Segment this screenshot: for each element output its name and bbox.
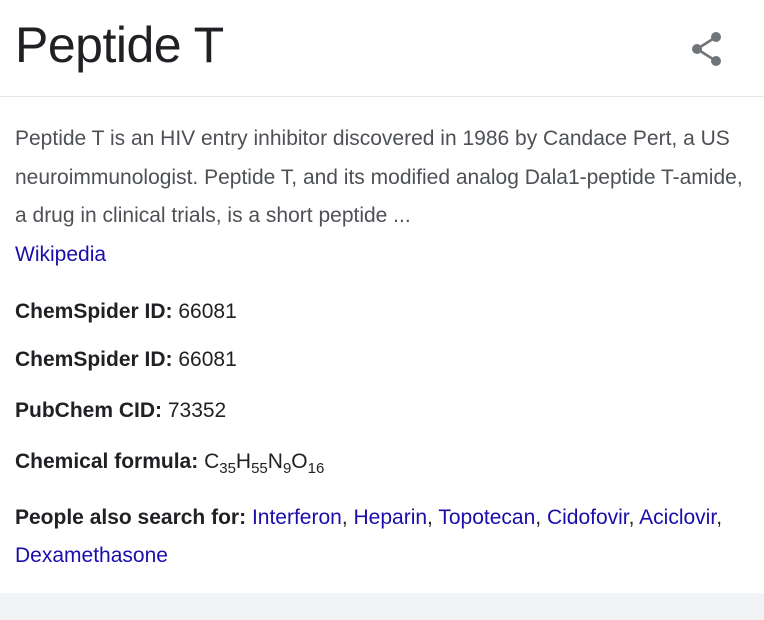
formula-element: H [235, 450, 252, 473]
formula-value: C35H55N9O16 [204, 450, 324, 476]
wikipedia-link[interactable]: Wikipedia [15, 243, 106, 266]
formula-element: N [267, 450, 283, 473]
knowledge-panel: Peptide T Peptide T is an HIV entry inhi… [0, 0, 764, 620]
formula-element: C [204, 450, 220, 473]
page-title: Peptide T [15, 17, 224, 73]
fact-label: PubChem CID: [15, 399, 162, 422]
formula-count: 55 [251, 460, 268, 477]
related-link-topotecan[interactable]: Topotecan [438, 506, 535, 529]
fact-chemical-formula: Chemical formula: C35H55N9O16 [15, 443, 324, 481]
fact-label: ChemSpider ID: [15, 348, 173, 371]
fact-label: ChemSpider ID: [15, 300, 173, 323]
formula-count: 16 [307, 460, 325, 477]
description-text: Peptide T is an HIV entry inhibitor disc… [15, 127, 743, 227]
fact-value: 66081 [178, 300, 237, 323]
share-button[interactable] [684, 26, 730, 72]
panel-header: Peptide T [0, 0, 764, 97]
share-icon [692, 32, 721, 66]
fact-pubchem-cid: PubChem CID: 73352 [15, 392, 226, 430]
separator: , [341, 506, 354, 529]
related-link-heparin[interactable]: Heparin [354, 506, 428, 529]
also-search-label: People also search for: [15, 506, 247, 529]
fact-value: 73352 [167, 399, 227, 422]
formula-count: 35 [219, 460, 236, 477]
related-link-interferon[interactable]: Interferon [252, 506, 342, 529]
separator: , [427, 506, 439, 529]
people-also-search-for: People also search for: Interferon, Hepa… [15, 499, 750, 575]
fact-chemspider-id: ChemSpider ID: 66081 [15, 293, 237, 331]
footer-strip [0, 593, 764, 620]
related-link-dexamethasone[interactable]: Dexamethasone [15, 544, 168, 567]
related-link-cidofovir[interactable]: Cidofovir [547, 506, 629, 529]
fact-label: Chemical formula: [15, 450, 199, 473]
separator: , [535, 506, 547, 529]
description: Peptide T is an HIV entry inhibitor disc… [15, 120, 750, 274]
related-link-aciclovir[interactable]: Aciclovir [639, 506, 716, 529]
separator: , [716, 506, 723, 529]
fact-value: 66081 [178, 348, 237, 371]
separator: , [628, 506, 640, 529]
fact-chemspider-id-2: ChemSpider ID: 66081 [15, 341, 237, 379]
formula-element: O [291, 450, 308, 473]
